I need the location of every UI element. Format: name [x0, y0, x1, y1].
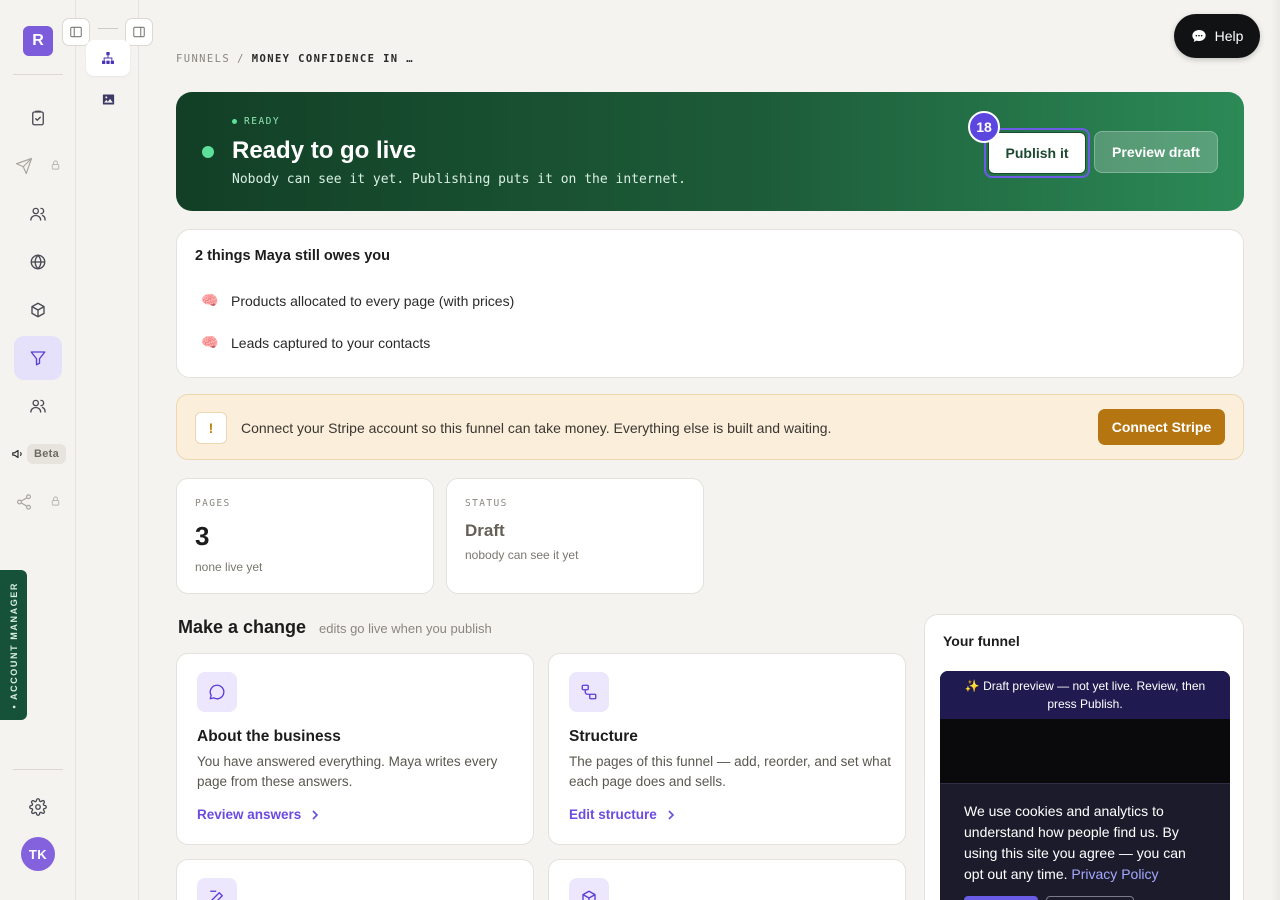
avatar[interactable]: TK: [21, 837, 55, 871]
box-icon[interactable]: [14, 288, 62, 332]
sitemap-icon[interactable]: [86, 40, 130, 76]
box-icon: [569, 878, 609, 900]
list-item-text: Products allocated to every page (with p…: [231, 292, 515, 309]
cookie-notice: We use cookies and analytics to understa…: [940, 783, 1230, 900]
panel-title: Your funnel: [943, 633, 1020, 649]
connect-stripe-button[interactable]: Connect Stripe: [1098, 409, 1225, 445]
brain-icon: 🧠: [201, 334, 219, 350]
cookie-accept-button[interactable]: [964, 896, 1038, 900]
funnel-preview-frame[interactable]: ✨ Draft preview — not yet live. Review, …: [940, 671, 1230, 900]
list-item: 🧠 Leads captured to your contacts: [201, 334, 430, 351]
help-label: Help: [1214, 28, 1244, 44]
card-title: About the business: [197, 728, 341, 745]
card-link-label: Edit structure: [569, 807, 657, 822]
section-subtitle: edits go live when you publish: [319, 621, 492, 636]
primary-sidebar: R Beta TK: [0, 0, 76, 900]
brand-logo[interactable]: R: [23, 26, 53, 56]
funnel-preview-panel: Your funnel ✨ Draft preview — not yet li…: [924, 614, 1244, 900]
chat-bubble-icon: [197, 672, 237, 712]
card-link-label: Review answers: [197, 807, 302, 822]
edit-pages-card[interactable]: [176, 859, 534, 900]
chevron-right-icon: [668, 809, 674, 820]
brain-icon: 🧠: [201, 292, 219, 308]
funnel-icon[interactable]: [14, 336, 62, 380]
stripe-alert: ! Connect your Stripe account so this fu…: [176, 394, 1244, 460]
card-title: Structure: [569, 728, 638, 745]
about-business-card[interactable]: About the business You have answered eve…: [176, 653, 534, 845]
collapse-sidebar-icon[interactable]: [62, 18, 90, 46]
publish-button-focus-ring: Publish it: [984, 128, 1090, 178]
image-icon[interactable]: [86, 81, 130, 117]
pages-stat-card: PAGES 3 none live yet: [176, 478, 434, 594]
stat-note: nobody can see it yet: [465, 548, 579, 562]
pending-items-title: 2 things Maya still owes you: [195, 248, 390, 264]
ready-banner: READY Ready to go live Nobody can see it…: [176, 92, 1244, 211]
chevron-right-icon: [312, 809, 319, 820]
edit-icon: [197, 878, 237, 900]
card-description: You have answered everything. Maya write…: [197, 754, 498, 789]
chat-icon: [1191, 30, 1206, 42]
breadcrumb-separator: /: [237, 53, 245, 65]
breadcrumb-current: MONEY CONFIDENCE IN …: [251, 53, 414, 65]
banner-title: Ready to go live: [232, 137, 417, 164]
review-answers-link[interactable]: Review answers: [197, 807, 319, 822]
account-manager-label: • ACCOUNT MANAGER: [8, 581, 19, 709]
status-tag-label: READY: [244, 116, 281, 127]
structure-card[interactable]: Structure The pages of this funnel — add…: [548, 653, 906, 845]
preview-draft-button[interactable]: Preview draft: [1094, 131, 1218, 173]
rail-divider: [13, 74, 63, 75]
globe-icon[interactable]: [14, 240, 62, 284]
send-icon[interactable]: [0, 144, 48, 188]
cookie-decline-button[interactable]: [1046, 896, 1134, 900]
beta-badge: Beta: [27, 444, 67, 464]
stripe-alert-message: Connect your Stripe account so this funn…: [241, 420, 832, 436]
team-icon[interactable]: [14, 384, 62, 428]
expand-panel-icon[interactable]: [125, 18, 153, 46]
preview-hero: [940, 719, 1230, 783]
breadcrumb-parent[interactable]: FUNNELS: [176, 53, 230, 65]
stat-label: STATUS: [465, 498, 508, 509]
gear-icon[interactable]: [14, 785, 62, 829]
scroll-edge: [1270, 0, 1280, 900]
step-badge: 18: [968, 111, 1000, 143]
breadcrumb: FUNNELS / MONEY CONFIDENCE IN …: [176, 53, 414, 65]
structure-icon: [569, 672, 609, 712]
publish-button[interactable]: Publish it: [988, 132, 1086, 174]
status-tag: READY: [232, 116, 280, 127]
status-dot: [202, 146, 214, 158]
products-card[interactable]: [548, 859, 906, 900]
lock-icon: [50, 495, 61, 507]
list-item-text: Leads captured to your contacts: [231, 334, 431, 351]
section-title: Make a change: [178, 617, 307, 637]
stat-label: PAGES: [195, 498, 231, 509]
warning-icon: !: [195, 412, 227, 444]
privacy-policy-link[interactable]: Privacy Policy: [1071, 866, 1158, 882]
card-description: The pages of this funnel — add, reorder,…: [569, 754, 891, 789]
users-icon[interactable]: [14, 192, 62, 236]
draft-preview-banner: ✨ Draft preview — not yet live. Review, …: [940, 671, 1230, 719]
secondary-sidebar: [62, 0, 153, 900]
stat-note: none live yet: [195, 560, 263, 574]
stat-value: 3: [195, 521, 210, 551]
status-stat-card: STATUS Draft nobody can see it yet: [446, 478, 704, 594]
share-icon[interactable]: [0, 480, 48, 524]
list-item: 🧠 Products allocated to every page (with…: [201, 292, 514, 309]
sub-divider: [98, 28, 118, 29]
rail-divider: [13, 769, 63, 770]
account-manager-tab[interactable]: • ACCOUNT MANAGER: [0, 570, 27, 720]
pending-items-card: 2 things Maya still owes you 🧠 Products …: [176, 229, 1244, 378]
edit-structure-link[interactable]: Edit structure: [569, 807, 675, 822]
clipboard-check-icon[interactable]: [14, 96, 62, 140]
banner-subtitle: Nobody can see it yet. Publishing puts i…: [232, 172, 686, 187]
lock-icon: [50, 159, 61, 171]
help-button[interactable]: Help: [1174, 14, 1260, 58]
stat-value: Draft: [465, 521, 505, 540]
